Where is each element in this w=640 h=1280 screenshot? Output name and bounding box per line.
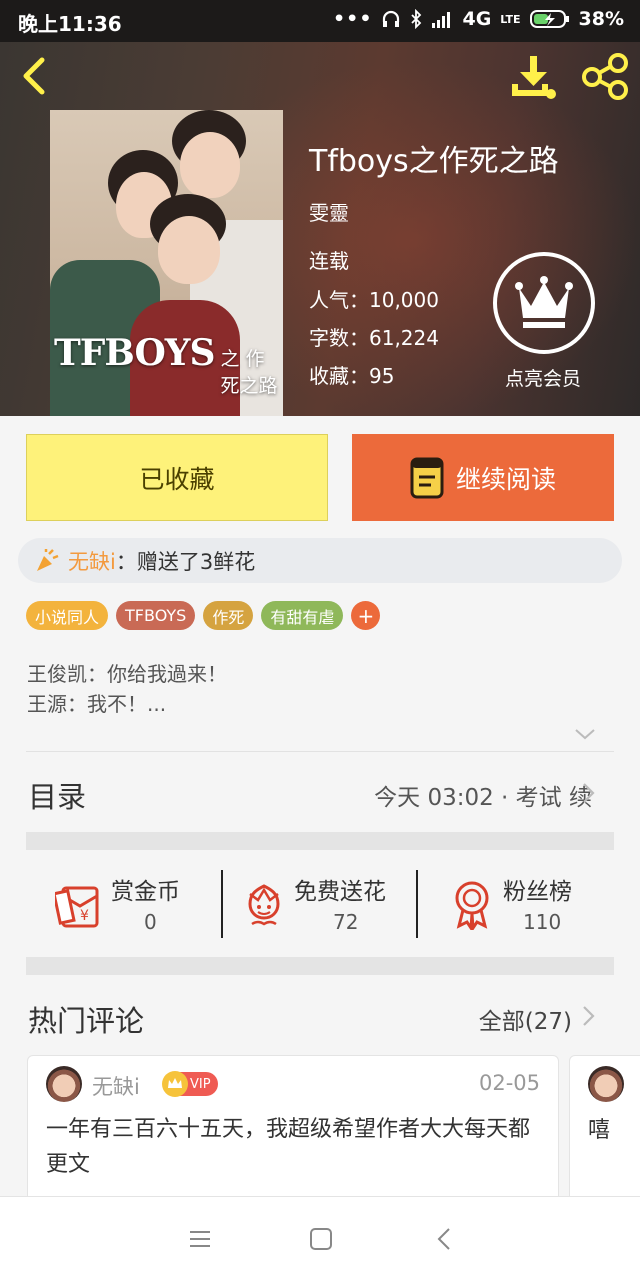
- battery-level: 38%: [578, 8, 624, 30]
- svg-text:¥: ¥: [80, 908, 89, 924]
- vip-badge: VIP: [162, 1071, 218, 1097]
- cover-title-main: TFBOYS: [54, 332, 215, 374]
- book-favorites: 收藏：95: [309, 364, 395, 388]
- home-square-icon: [310, 1228, 332, 1250]
- tag-item[interactable]: 小说同人: [26, 601, 109, 630]
- avatar[interactable]: [46, 1066, 82, 1102]
- toc-latest-chapter[interactable]: 今天 03:02 · 考试 续: [374, 778, 592, 812]
- download-button[interactable]: [508, 54, 558, 100]
- app-screen: 晚上11:36 ••• 4G LTE 38% TFBOYS 之 作死之路 Tfb…: [0, 0, 640, 1280]
- stat-coins[interactable]: ¥ 赏金币 0: [55, 870, 215, 940]
- stat-divider: [221, 870, 223, 938]
- stat-value: 0: [144, 910, 157, 934]
- collected-button[interactable]: 已收藏: [26, 434, 328, 521]
- more-dots-icon: •••: [333, 8, 373, 30]
- chevron-down-icon: [575, 729, 595, 740]
- section-separator: [26, 957, 614, 975]
- back-button[interactable]: [14, 54, 58, 98]
- book-icon: [410, 457, 444, 498]
- ribbon-medal-icon: [455, 881, 489, 930]
- flower-icon: [248, 884, 280, 926]
- vip-label[interactable]: 点亮会员: [480, 364, 606, 391]
- book-title: Tfboys之作死之路: [309, 144, 559, 179]
- comment-user[interactable]: 无缺i: [92, 1071, 140, 1101]
- toc-chevron-icon[interactable]: [582, 782, 596, 804]
- signal-icon: [432, 12, 451, 28]
- gift-text: ：赠送了3鲜花: [115, 549, 256, 574]
- tag-item[interactable]: TFBOYS: [116, 601, 196, 630]
- book-status: 连载: [309, 249, 349, 273]
- status-time: 晚上11:36: [18, 12, 122, 36]
- home-button[interactable]: [307, 1225, 335, 1253]
- stat-label: 赏金币: [111, 879, 180, 905]
- crown-badge-icon: [162, 1071, 188, 1097]
- stat-value: 72: [333, 910, 359, 934]
- stat-label: 粉丝榜: [503, 879, 572, 905]
- system-nav-bar: [0, 1196, 640, 1280]
- battery-charging-icon: [529, 10, 569, 28]
- toc-label[interactable]: 目录: [28, 774, 86, 816]
- hot-comments-label: 热门评论: [28, 1004, 145, 1038]
- cover-title-sub: 之 作死之路: [220, 348, 278, 397]
- vip-badge-button[interactable]: [493, 252, 595, 354]
- volte-indicator: LTE: [500, 12, 521, 26]
- tag-list: 小说同人 TFBOYS 作死 有甜有虐 +: [26, 601, 381, 631]
- download-icon: [512, 56, 556, 99]
- red-envelope-icon: ¥: [55, 886, 99, 928]
- system-back-button[interactable]: [430, 1225, 458, 1253]
- comment-text: 嘻: [588, 1118, 611, 1143]
- share-button[interactable]: [580, 52, 630, 100]
- book-intro[interactable]: 王俊凯：你给我過来！ 王源：我不！...: [27, 659, 227, 719]
- stat-flowers[interactable]: 免费送花 72: [244, 870, 414, 940]
- comment-card[interactable]: 嘻: [569, 1055, 640, 1205]
- all-comments-link[interactable]: 全部(27): [479, 1002, 572, 1036]
- stat-value: 110: [523, 910, 562, 934]
- gift-notice[interactable]: 无缺i ：赠送了3鲜花: [18, 538, 622, 583]
- avatar[interactable]: [588, 1066, 624, 1102]
- menu-icon: [190, 1231, 210, 1247]
- gift-user[interactable]: 无缺i: [68, 546, 116, 576]
- book-header: 晚上11:36 ••• 4G LTE 38% TFBOYS 之 作死之路 Tfb…: [0, 0, 640, 416]
- intro-line: 王源：我不！...: [27, 692, 167, 716]
- divider: [26, 751, 614, 752]
- section-separator: [26, 832, 614, 850]
- status-bar: 晚上11:36 ••• 4G LTE 38%: [0, 0, 640, 42]
- cover-title: TFBOYS 之 作死之路: [54, 332, 283, 397]
- back-arrow-icon: [23, 57, 45, 95]
- stat-divider: [416, 870, 418, 938]
- share-icon: [582, 53, 628, 100]
- expand-intro-button[interactable]: [574, 724, 596, 744]
- tag-item[interactable]: 作死: [203, 601, 254, 630]
- comment-date: 02-05: [478, 1071, 540, 1095]
- continue-reading-button[interactable]: 继续阅读: [352, 434, 614, 521]
- party-popper-icon: [37, 548, 59, 571]
- add-tag-button[interactable]: +: [351, 601, 381, 630]
- continue-reading-label: 继续阅读: [455, 464, 556, 494]
- all-comments-chevron-icon[interactable]: [582, 1005, 596, 1027]
- book-popularity: 人气：10,000: [309, 288, 439, 312]
- tag-item[interactable]: 有甜有虐: [261, 601, 344, 630]
- menu-button[interactable]: [186, 1225, 214, 1253]
- stat-fans[interactable]: 粉丝榜 110: [451, 870, 601, 940]
- comment-text: 一年有三百六十五天，我超级希望作者大大每天都更文: [46, 1117, 531, 1177]
- bluetooth-icon: [411, 9, 422, 29]
- intro-line: 王俊凯：你给我過来！: [27, 662, 227, 686]
- book-cover[interactable]: TFBOYS 之 作死之路: [50, 110, 283, 416]
- headphones-icon: [383, 10, 400, 27]
- book-word-count: 字数：61,224: [309, 326, 439, 350]
- collected-label: 已收藏: [139, 464, 215, 494]
- crown-icon: [515, 276, 573, 328]
- back-triangle-icon: [437, 1228, 450, 1250]
- network-type: 4G: [462, 8, 492, 30]
- stat-label: 免费送花: [294, 879, 386, 905]
- comment-card[interactable]: 无缺i VIP 02-05 一年有三百六十五天，我超级希望作者大大每天都更文: [27, 1055, 559, 1205]
- book-author[interactable]: 雯靈: [309, 197, 349, 226]
